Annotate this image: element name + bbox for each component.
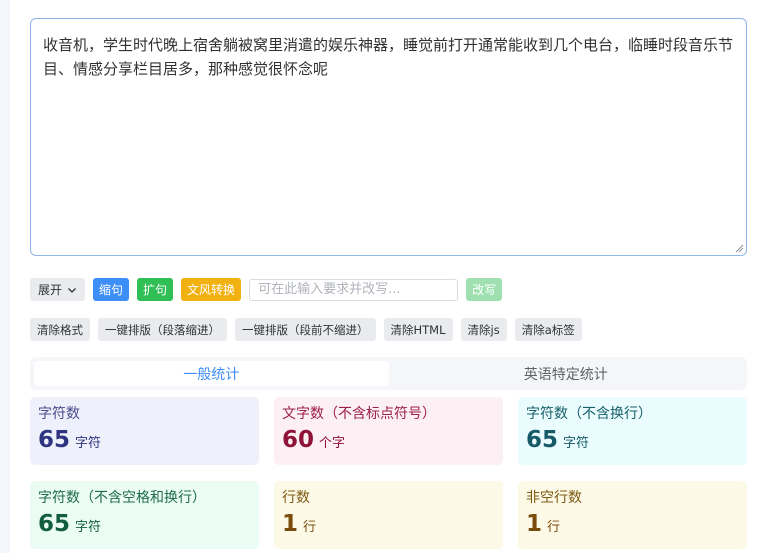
stat-card-lines: 行数 1 行: [274, 481, 503, 549]
clear-a-tag-button[interactable]: 清除a标签: [514, 318, 582, 341]
stat-card-chars-no-newline: 字符数（不含换行） 65 字符: [518, 397, 747, 465]
stat-value: 60: [282, 427, 315, 453]
stat-unit: 个字: [319, 436, 346, 451]
format-toolbar: 清除格式 一键排版（段落缩进） 一键排版（段前不缩进） 清除HTML 清除js …: [30, 318, 582, 341]
stat-label: 字符数（不含换行）: [526, 406, 652, 422]
text-editor[interactable]: 收音机，学生时代晚上宿舍躺被窝里消遣的娱乐神器，睡觉前打开通常能收到几个电台，临…: [30, 18, 747, 256]
rewrite-input[interactable]: [249, 278, 459, 301]
left-panel-edge: [0, 0, 10, 553]
stat-value: 65: [38, 511, 71, 537]
stat-card-chars-no-space-newline: 字符数（不含空格和换行） 65 字符: [30, 481, 259, 549]
expand-button[interactable]: 展开: [30, 278, 86, 301]
stat-label: 文字数（不含标点符号）: [282, 406, 436, 422]
layout-indent-button[interactable]: 一键排版（段落缩进）: [98, 318, 227, 341]
editor-content[interactable]: 收音机，学生时代晚上宿舍躺被窝里消遣的娱乐神器，睡觉前打开通常能收到几个电台，临…: [43, 33, 734, 81]
stat-label: 行数: [282, 490, 310, 506]
rewrite-toolbar: 展开 缩句 扩句 文风转换 改写: [30, 278, 503, 301]
chevron-down-icon: [68, 287, 76, 293]
clear-js-button[interactable]: 清除js: [460, 318, 507, 341]
stat-unit: 行: [303, 520, 317, 535]
stat-unit: 字符: [75, 436, 102, 451]
tab-general-stats[interactable]: 一般统计: [34, 361, 389, 386]
stat-unit: 字符: [75, 520, 102, 535]
stat-unit: 字符: [563, 436, 590, 451]
stat-value: 1: [526, 511, 543, 537]
stat-label: 字符数: [38, 406, 80, 422]
stat-value: 1: [282, 511, 299, 537]
style-convert-button[interactable]: 文风转换: [181, 278, 242, 301]
stat-unit: 行: [547, 520, 561, 535]
stat-label: 非空行数: [526, 490, 582, 506]
shorten-sentence-button[interactable]: 缩句: [93, 278, 130, 301]
resize-handle-icon[interactable]: [735, 244, 744, 253]
stat-value: 65: [526, 427, 559, 453]
expand-sentence-button[interactable]: 扩句: [137, 278, 174, 301]
stat-value: 65: [38, 427, 71, 453]
stat-card-chars: 字符数 65 字符: [30, 397, 259, 465]
clear-html-button[interactable]: 清除HTML: [383, 318, 453, 341]
stat-card-words-no-punct: 文字数（不含标点符号） 60 个字: [274, 397, 503, 465]
expand-label: 展开: [38, 283, 63, 297]
clear-format-button[interactable]: 清除格式: [30, 318, 90, 341]
stat-card-nonempty-lines: 非空行数 1 行: [518, 481, 747, 549]
stats-tabs: 一般统计 英语特定统计: [30, 357, 747, 390]
layout-no-indent-button[interactable]: 一键排版（段前不缩进）: [235, 318, 376, 341]
stat-label: 字符数（不含空格和换行）: [38, 490, 206, 506]
tab-english-stats[interactable]: 英语特定统计: [389, 361, 744, 386]
rewrite-button[interactable]: 改写: [466, 278, 503, 301]
